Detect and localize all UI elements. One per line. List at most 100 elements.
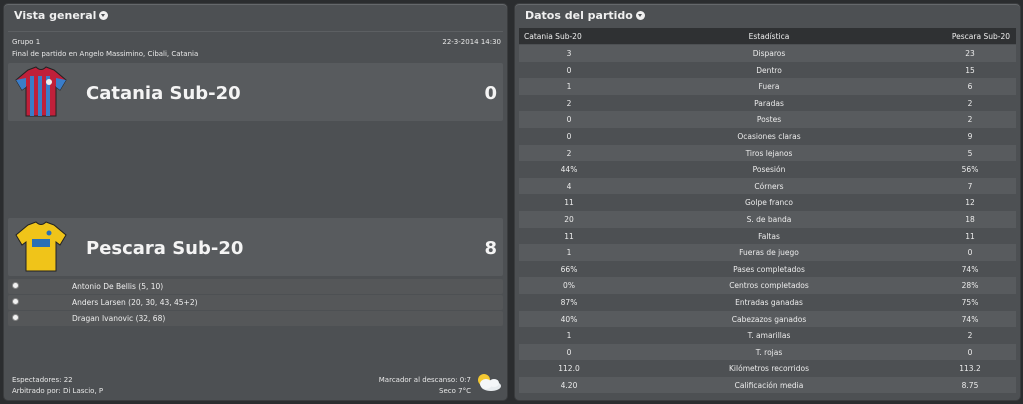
stat-row: 0 Ocasiones claras 9 bbox=[519, 127, 1016, 145]
stat-row: 11 Golpe franco 12 bbox=[519, 194, 1016, 211]
stat-home: 2 bbox=[566, 98, 572, 108]
stat-row: 87% Entradas ganadas 75% bbox=[519, 293, 1016, 311]
stat-home: 87% bbox=[560, 297, 578, 307]
stat-row: 44% Posesión 56% bbox=[519, 161, 1016, 178]
overview-panel: Vista general Grupo 1 22-3-2014 14:30 Fi… bbox=[3, 3, 508, 401]
weather-label: Seco 7°C bbox=[439, 387, 471, 395]
stat-away: 5 bbox=[967, 148, 973, 158]
stat-home: 40% bbox=[560, 314, 578, 324]
overview-title-dropdown[interactable]: Vista general bbox=[14, 9, 109, 22]
spectators-label: Espectadores: 22 bbox=[12, 376, 73, 384]
stat-away: 2 bbox=[967, 98, 973, 108]
divider bbox=[8, 31, 503, 32]
stats-table: 3 Disparos 23 0 Dentro 15 1 Fuera 6 2 Paradas 2 … bbox=[519, 45, 1016, 394]
scorer-row[interactable]: Anders Larsen (20, 30, 43, 45+2) bbox=[8, 295, 503, 310]
stat-label: Dentro bbox=[756, 65, 782, 75]
stat-home: 11 bbox=[564, 198, 574, 208]
stat-row: 4.20 Calificación media 8.75 bbox=[519, 376, 1016, 394]
home-team-row[interactable]: Catania Sub-20 0 bbox=[8, 63, 503, 121]
stat-row: 40% Cabezazos ganados 74% bbox=[519, 310, 1016, 328]
stat-away: 15 bbox=[965, 65, 975, 75]
stat-home: 1 bbox=[566, 248, 572, 258]
stat-home: 20 bbox=[564, 214, 574, 224]
home-team-name[interactable]: Catania Sub-20 bbox=[86, 83, 241, 104]
stat-away: 7 bbox=[967, 181, 973, 191]
home-team-score: 0 bbox=[484, 83, 497, 104]
dropdown-arrow-icon[interactable] bbox=[99, 11, 109, 20]
ball-icon bbox=[12, 314, 19, 321]
stats-header-home: Catania Sub-20 bbox=[524, 32, 582, 41]
stat-away: 11 bbox=[965, 231, 975, 241]
stat-away: 9 bbox=[967, 131, 973, 141]
match-stats-panel: Datos del partido Catania Sub-20 Estadís… bbox=[514, 3, 1021, 401]
stat-home: 0% bbox=[563, 281, 575, 291]
stat-away: 0 bbox=[967, 347, 973, 357]
stat-row: 66% Pases completados 74% bbox=[519, 260, 1016, 278]
stat-label: Centros completados bbox=[729, 281, 809, 291]
stat-home: 0 bbox=[566, 347, 572, 357]
stat-away: 113.2 bbox=[959, 364, 981, 374]
stat-row: 20 S. de banda 18 bbox=[519, 210, 1016, 228]
referee-label[interactable]: Arbitrado por: Di Lascio, P bbox=[12, 387, 103, 395]
scorer-name[interactable]: Antonio De Bellis (5, 10) bbox=[72, 282, 163, 291]
stat-label: Ocasiones claras bbox=[737, 131, 801, 141]
venue-label: Final de partido en Angelo Massimino, Ci… bbox=[12, 50, 199, 58]
stat-row: 0 Dentro 15 bbox=[519, 61, 1016, 79]
stats-header-label: Estadística bbox=[748, 32, 790, 41]
stat-label: Paradas bbox=[754, 98, 784, 108]
stat-away: 28% bbox=[961, 281, 979, 291]
scorer-row[interactable]: Antonio De Bellis (5, 10) bbox=[8, 279, 503, 294]
stat-label: Pases completados bbox=[733, 264, 805, 274]
stat-away: 74% bbox=[961, 314, 979, 324]
stat-home: 44% bbox=[560, 165, 578, 175]
stat-home: 1 bbox=[566, 331, 572, 341]
away-team-name[interactable]: Pescara Sub-20 bbox=[86, 238, 243, 259]
stats-title-dropdown[interactable]: Datos del partido bbox=[525, 9, 645, 22]
stat-home: 0 bbox=[566, 115, 572, 125]
partly-cloudy-icon bbox=[478, 374, 501, 391]
stat-home: 4 bbox=[566, 181, 572, 191]
match-date: 22-3-2014 14:30 bbox=[442, 38, 501, 46]
stat-away: 6 bbox=[967, 82, 973, 92]
stat-label: S. de banda bbox=[746, 214, 792, 224]
stat-label: Cabezazos ganados bbox=[731, 314, 807, 324]
away-team-row[interactable]: Pescara Sub-20 8 bbox=[8, 218, 503, 276]
stat-label: Fuera bbox=[758, 82, 780, 92]
stat-away: 0 bbox=[967, 248, 973, 258]
home-kit-icon bbox=[15, 66, 67, 117]
overview-title: Vista general bbox=[14, 9, 97, 22]
stat-label: Tiros lejanos bbox=[745, 148, 793, 158]
stat-label: Calificación media bbox=[734, 380, 804, 390]
stat-label: Golpe franco bbox=[744, 198, 794, 208]
stat-row: 3 Disparos 23 bbox=[519, 45, 1016, 62]
stat-away: 74% bbox=[961, 264, 979, 274]
stat-label: T. rojas bbox=[755, 347, 783, 357]
ball-icon bbox=[12, 298, 19, 305]
group-label: Grupo 1 bbox=[12, 38, 41, 46]
stat-row: 4 Córners 7 bbox=[519, 177, 1016, 195]
stat-row: 11 Faltas 11 bbox=[519, 227, 1016, 245]
scorer-name[interactable]: Dragan Ivanovic (32, 68) bbox=[72, 314, 165, 323]
away-kit-icon bbox=[15, 221, 67, 272]
stat-row: 1 Fuera 6 bbox=[519, 78, 1016, 95]
stat-row: 2 Tiros lejanos 5 bbox=[519, 144, 1016, 162]
stats-header-row: Catania Sub-20 Estadística Pescara Sub-2… bbox=[519, 28, 1016, 44]
scorer-row[interactable]: Dragan Ivanovic (32, 68) bbox=[8, 311, 503, 326]
stat-away: 56% bbox=[961, 165, 979, 175]
stat-home: 0 bbox=[566, 65, 572, 75]
stat-away: 8.75 bbox=[961, 380, 979, 390]
stat-home: 3 bbox=[566, 49, 572, 58]
stat-label: Posesión bbox=[752, 165, 786, 175]
stat-home: 11 bbox=[564, 231, 574, 241]
stat-label: Disparos bbox=[752, 49, 786, 58]
stat-row: 0 T. rojas 0 bbox=[519, 343, 1016, 361]
stat-away: 2 bbox=[967, 115, 973, 125]
stats-title: Datos del partido bbox=[525, 9, 633, 22]
stats-header-away: Pescara Sub-20 bbox=[951, 32, 1010, 41]
stat-row: 0 Postes 2 bbox=[519, 111, 1016, 128]
dropdown-arrow-icon[interactable] bbox=[635, 11, 645, 20]
stat-row: 0% Centros completados 28% bbox=[519, 277, 1016, 294]
stat-home: 2 bbox=[566, 148, 572, 158]
stat-home: 1 bbox=[566, 82, 572, 92]
scorer-name[interactable]: Anders Larsen (20, 30, 43, 45+2) bbox=[72, 298, 198, 307]
